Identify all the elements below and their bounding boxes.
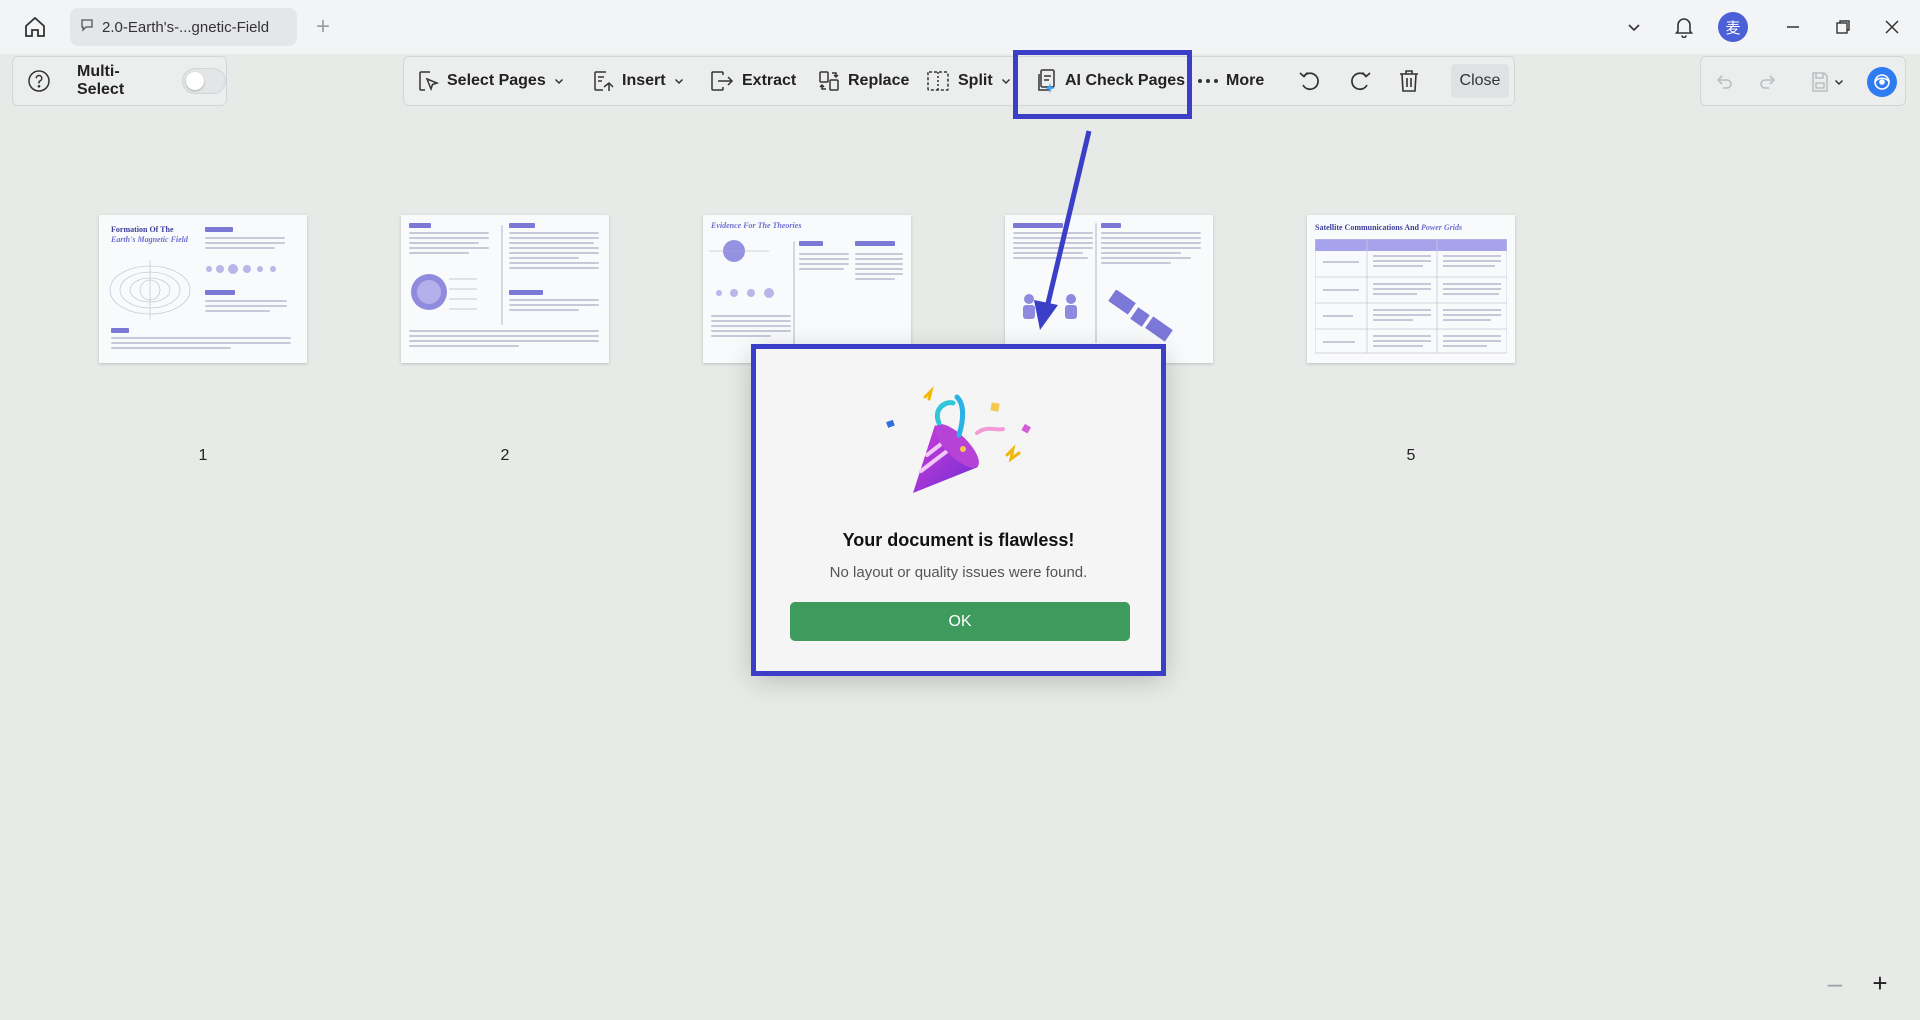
close-window-icon[interactable] — [1877, 12, 1907, 42]
ai-assistant-icon[interactable] — [1867, 67, 1897, 97]
more-icon — [1198, 79, 1218, 83]
document-tab[interactable]: 2.0-Earth's-...gnetic-Field — [70, 8, 297, 46]
rotate-right-button[interactable] — [1347, 57, 1373, 105]
home-icon[interactable] — [20, 13, 50, 41]
dialog-title: Your document is flawless! — [842, 530, 1075, 550]
split-button[interactable]: Split — [925, 57, 1012, 105]
minimize-icon[interactable] — [1778, 12, 1808, 42]
page-number: 1 — [198, 447, 208, 464]
page-thumbnail-2[interactable] — [401, 215, 609, 363]
chevron-down-icon — [554, 78, 563, 85]
split-icon — [927, 71, 949, 91]
ai-check-pages-label: AI Check Pages — [1065, 72, 1186, 89]
page-thumbnail-5[interactable]: Satellite Communications And Power Grids — [1307, 215, 1515, 363]
replace-button[interactable]: Replace — [817, 57, 909, 105]
page-toolbar: Select Pages Insert Extract Replace Spli… — [403, 56, 1515, 106]
new-tab-button[interactable]: + — [311, 13, 335, 40]
page-number: 5 — [1406, 447, 1416, 464]
page-thumb-title: Satellite Communications And Power Grids — [1315, 223, 1463, 232]
delete-button[interactable] — [1397, 57, 1421, 105]
comment-icon — [80, 18, 94, 36]
chevron-down-icon — [1001, 78, 1010, 85]
help-icon[interactable] — [27, 69, 51, 93]
party-popper-icon — [886, 386, 1031, 493]
restore-icon[interactable] — [1828, 12, 1858, 42]
chevron-down-icon — [674, 78, 683, 85]
page-thumb-title: Evidence For The Theories — [711, 221, 802, 230]
result-dialog: Your document is flawless! No layout or … — [753, 345, 1164, 671]
ai-check-pages-button[interactable]: AI Check Pages — [1034, 57, 1185, 105]
page-tag — [205, 227, 233, 232]
page-thumbnail-1[interactable]: Formation Of The Earth's Magnetic Field — [99, 215, 307, 363]
insert-label: Insert — [622, 72, 666, 89]
right-toolbar — [1700, 56, 1906, 106]
replace-label: Replace — [848, 72, 910, 89]
select-pages-label: Select Pages — [447, 72, 546, 89]
rotate-left-button[interactable] — [1297, 57, 1323, 105]
toggle-knob — [185, 72, 204, 90]
chevron-down-icon[interactable] — [1619, 12, 1649, 42]
extract-label: Extract — [742, 72, 797, 89]
more-label: More — [1226, 72, 1265, 89]
save-icon[interactable] — [1807, 69, 1833, 95]
ai-check-icon — [1038, 69, 1055, 93]
avatar[interactable]: 麦 — [1718, 12, 1748, 42]
rotate-right-icon — [1351, 71, 1371, 91]
select-pages-button[interactable]: Select Pages — [416, 57, 565, 105]
replace-icon — [819, 71, 839, 91]
chevron-down-icon[interactable] — [1831, 69, 1847, 95]
bell-icon[interactable] — [1669, 12, 1699, 42]
page-number: 2 — [500, 447, 510, 464]
undo-icon[interactable] — [1711, 69, 1737, 95]
dialog-message: No layout or quality issues were found. — [829, 564, 1088, 581]
trash-icon — [1400, 70, 1418, 92]
more-button[interactable]: More — [1197, 57, 1264, 105]
rotate-left-icon — [1299, 71, 1319, 91]
split-label: Split — [958, 72, 993, 89]
multi-select-toggle[interactable] — [181, 68, 226, 94]
page-thumbnail-4[interactable] — [1005, 215, 1213, 363]
insert-icon — [594, 71, 614, 91]
extract-button[interactable]: Extract — [709, 57, 796, 105]
tab-title: 2.0-Earth's-...gnetic-Field — [102, 18, 270, 36]
page-thumbnail-3[interactable]: Evidence For The Theories — [703, 215, 911, 363]
ok-button[interactable]: OK — [790, 602, 1130, 641]
select-pages-icon — [419, 71, 440, 92]
multi-select-group: Multi-Select — [12, 56, 227, 106]
extract-icon — [711, 71, 734, 91]
zoom-in-button[interactable]: + — [1867, 968, 1893, 998]
insert-button[interactable]: Insert — [591, 57, 685, 105]
multi-select-label: Multi-Select — [77, 63, 125, 98]
zoom-out-button[interactable]: – — [1822, 968, 1848, 998]
page-thumb-title: Formation Of The Earth's Magnetic Field — [111, 225, 188, 244]
redo-icon[interactable] — [1755, 69, 1781, 95]
title-bar: 2.0-Earth's-...gnetic-Field + 麦 — [0, 0, 1920, 54]
close-button[interactable]: Close — [1451, 64, 1509, 98]
